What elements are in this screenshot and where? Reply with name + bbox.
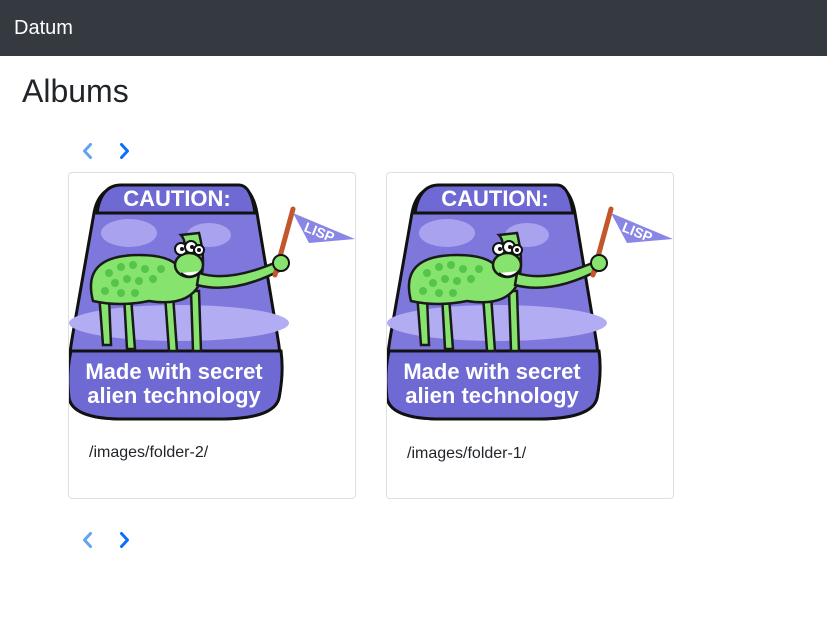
page-title: Albums	[22, 73, 129, 109]
badge-line1: Made with secret	[403, 359, 581, 384]
album-thumbnail[interactable]: CAUTION: Made with secret alien technolo…	[387, 173, 673, 425]
lisp-alien-badge-image: CAUTION: Made with secret alien technolo…	[69, 183, 355, 421]
badge-top-text: CAUTION:	[441, 186, 549, 211]
badge-top-text: CAUTION:	[123, 186, 231, 211]
badge-line2: alien technology	[87, 383, 261, 408]
next-page-button[interactable]	[112, 528, 136, 552]
album-thumbnail[interactable]: CAUTION: Made with secret alien technolo…	[69, 173, 355, 425]
lisp-alien-badge-image: CAUTION: Made with secret alien technolo…	[387, 183, 673, 421]
pagination-top	[76, 139, 136, 163]
album-card[interactable]: CAUTION: Made with secret alien technolo…	[386, 172, 674, 499]
next-page-button[interactable]	[112, 139, 136, 163]
chevron-left-icon	[83, 143, 92, 159]
chevron-left-icon	[83, 532, 92, 548]
album-path: /images/folder-2/	[89, 444, 209, 461]
brand-link[interactable]: Datum	[14, 16, 73, 40]
navbar: Datum	[0, 0, 827, 56]
chevron-right-icon	[120, 143, 129, 159]
album-card[interactable]: CAUTION: Made with secret alien technolo…	[68, 172, 356, 499]
previous-page-button[interactable]	[76, 528, 100, 552]
pagination-bottom	[76, 528, 136, 552]
album-path: /images/folder-1/	[407, 445, 527, 462]
previous-page-button[interactable]	[76, 139, 100, 163]
badge-line2: alien technology	[405, 383, 579, 408]
badge-line1: Made with secret	[85, 359, 263, 384]
chevron-right-icon	[120, 532, 129, 548]
